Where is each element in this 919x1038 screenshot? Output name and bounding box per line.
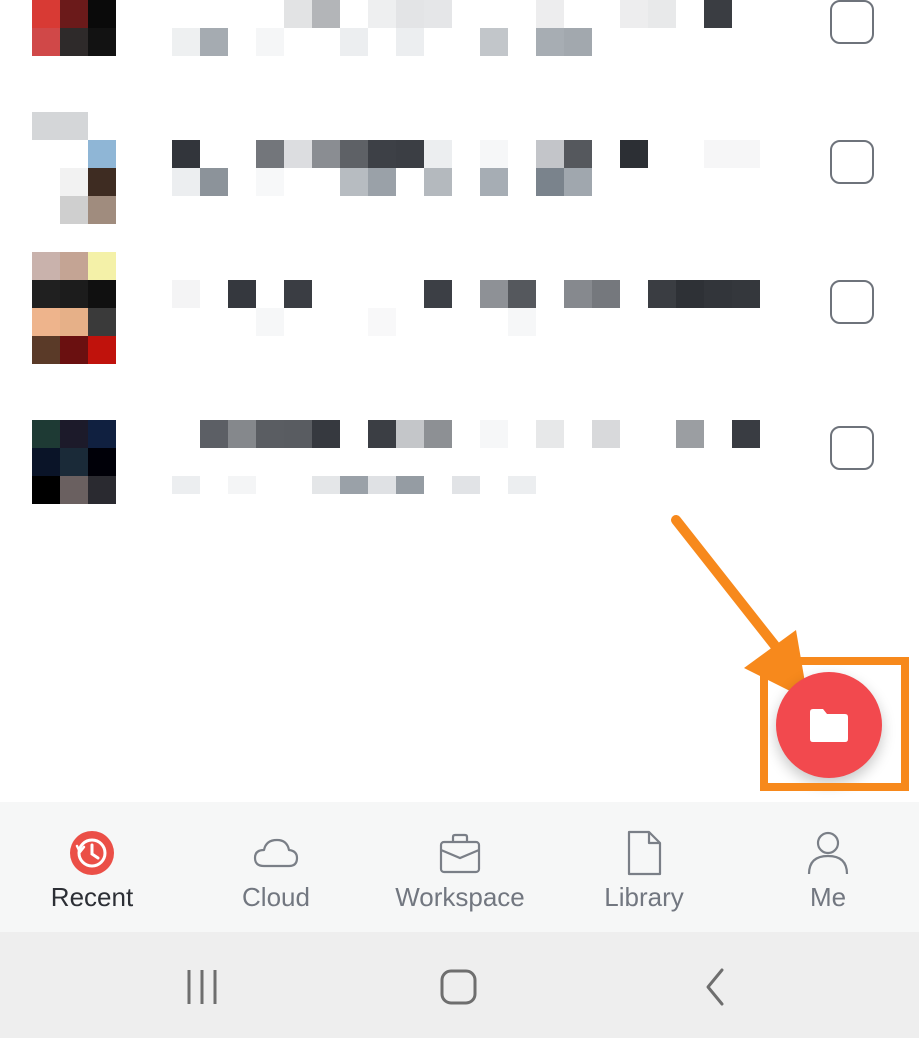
nav-item-me[interactable]: Me [736,802,919,932]
open-folder-button[interactable] [776,672,882,778]
home-icon [440,969,477,1005]
nav-label-cloud: Cloud [242,882,310,912]
file-meta-redacted [172,168,592,196]
file-thumbnail [32,0,116,56]
nav-label-recent: Recent [50,882,134,912]
file-thumbnail [32,252,116,364]
recent-clock-icon [70,831,114,875]
list-item[interactable] [0,0,919,112]
file-title-redacted [172,420,760,448]
file-meta-redacted [172,28,592,56]
nav-label-me: Me [809,882,847,912]
home-button[interactable] [429,962,489,1012]
file-title-redacted [172,0,732,28]
nav-label-workspace: Workspace [395,882,525,912]
file-thumbnail [32,420,116,504]
back-icon [706,968,724,1006]
list-item[interactable] [0,252,919,392]
briefcase-icon [439,833,481,874]
document-icon [627,830,662,876]
nav-item-workspace[interactable]: Workspace [368,802,552,932]
list-item[interactable] [0,420,919,560]
file-title-redacted [172,140,760,168]
file-meta-redacted [172,308,592,336]
person-icon [807,831,849,875]
file-thumbnail [32,112,116,224]
recent-apps-button[interactable] [172,962,232,1012]
bottom-navigation: Recent Cloud Workspace Library Me [0,802,919,932]
file-meta-redacted [172,476,592,494]
nav-item-library[interactable]: Library [552,802,736,932]
list-item[interactable] [0,112,919,252]
nav-item-recent[interactable]: Recent [0,802,184,932]
system-navigation-bar [0,932,919,1038]
recents-apps-icon [187,970,217,1004]
back-button[interactable] [686,962,746,1012]
select-checkbox[interactable] [830,0,874,44]
nav-item-cloud[interactable]: Cloud [184,802,368,932]
select-checkbox[interactable] [830,280,874,324]
cloud-icon [253,838,299,868]
folder-icon [810,709,848,742]
select-checkbox[interactable] [830,140,874,184]
file-title-redacted [172,280,760,308]
select-checkbox[interactable] [830,426,874,470]
nav-label-library: Library [604,882,684,912]
